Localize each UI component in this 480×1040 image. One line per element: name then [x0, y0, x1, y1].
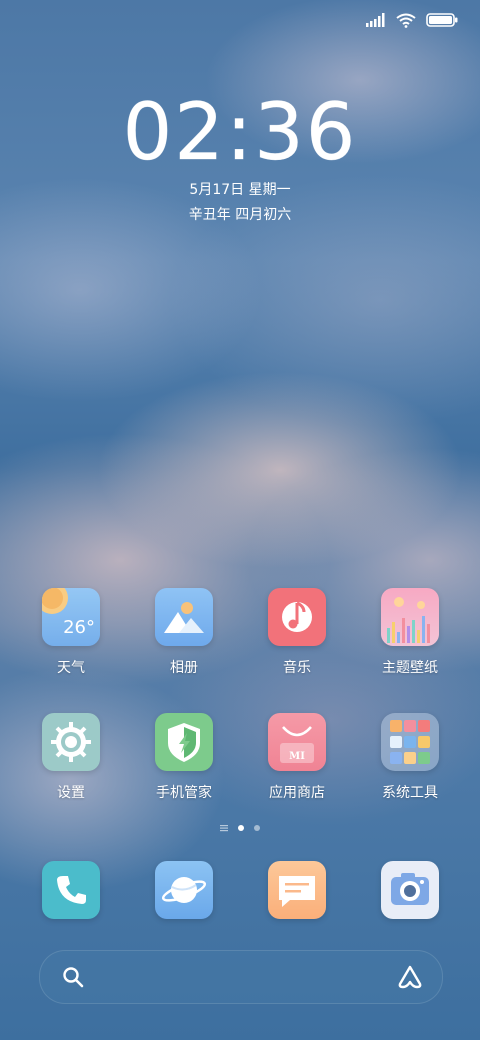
date-text: 5月17日 星期一: [189, 182, 291, 198]
app-label: 手机管家: [156, 785, 212, 801]
app-music[interactable]: 音乐: [247, 588, 347, 677]
browser-icon: [155, 861, 213, 919]
app-label: 天气: [57, 660, 85, 676]
dock-browser[interactable]: [134, 861, 234, 919]
wifi-icon: [396, 13, 416, 28]
app-label: 设置: [57, 785, 85, 801]
app-label: 主题壁纸: [382, 660, 438, 676]
dock-camera[interactable]: [360, 861, 460, 919]
app-settings[interactable]: 设置: [21, 713, 121, 802]
camera-icon: [381, 861, 439, 919]
messages-icon: [268, 861, 326, 919]
music-icon: [268, 588, 326, 646]
dock-messages[interactable]: [247, 861, 347, 919]
battery-icon: [426, 13, 458, 27]
page-dot-active[interactable]: [238, 825, 244, 831]
page-dot[interactable]: [254, 825, 260, 831]
clock-hour: 02: [122, 88, 226, 179]
app-app-store[interactable]: MI 应用商店: [247, 713, 347, 802]
weather-temperature: 26°: [63, 617, 95, 638]
clock-minute: 36: [254, 88, 358, 179]
security-icon: [155, 713, 213, 771]
app-label: 音乐: [283, 660, 311, 676]
search-icon[interactable]: [61, 965, 85, 989]
status-bar: [366, 10, 458, 30]
assistant-icon[interactable]: [396, 964, 424, 990]
app-store-badge: MI: [289, 751, 305, 762]
lockscreen-clock: 02:36: [0, 88, 480, 179]
app-store-icon: MI: [268, 713, 326, 771]
lunar-date-text: 辛丑年 四月初六: [188, 207, 292, 223]
weather-icon: 26°: [42, 588, 100, 646]
app-gallery[interactable]: 相册: [134, 588, 234, 677]
app-folder-system-tools[interactable]: 系统工具: [360, 713, 460, 802]
page-indicator[interactable]: [0, 824, 480, 832]
app-themes[interactable]: 主题壁纸: [360, 588, 460, 677]
gallery-icon: [155, 588, 213, 646]
app-label: 应用商店: [269, 785, 325, 801]
menu-lines-icon: [220, 825, 228, 832]
app-label: 系统工具: [382, 785, 438, 801]
settings-icon: [42, 713, 100, 771]
search-bar[interactable]: [39, 950, 443, 1004]
dock-phone[interactable]: [21, 861, 121, 919]
app-label: 相册: [170, 660, 198, 676]
clock-separator: :: [225, 88, 255, 179]
folder-icon: [381, 713, 439, 771]
phone-icon: [42, 861, 100, 919]
themes-icon: [381, 588, 439, 646]
cellular-signal-icon: [366, 13, 385, 27]
app-security[interactable]: 手机管家: [134, 713, 234, 802]
app-weather[interactable]: 26° 天气: [21, 588, 121, 677]
